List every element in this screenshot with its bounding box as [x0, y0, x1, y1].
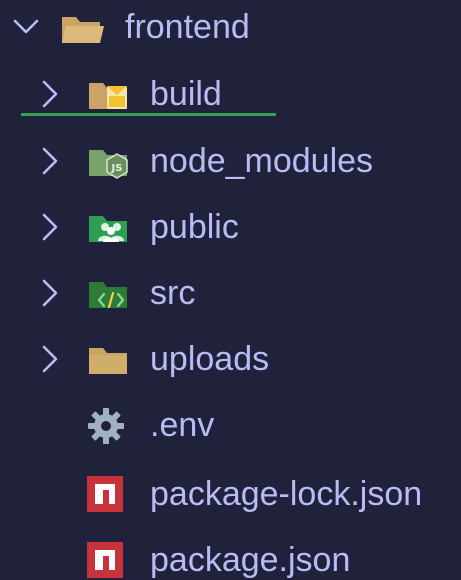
folder-icon: [89, 348, 127, 374]
tree-item-build[interactable]: build: [0, 63, 461, 129]
folder-node-icon: JS: [89, 150, 128, 179]
tree-item-public[interactable]: public: [0, 196, 461, 262]
tree-item-uploads[interactable]: uploads: [0, 328, 461, 394]
tree-item-label: src: [150, 274, 196, 312]
chevron-right-icon[interactable]: [33, 77, 67, 111]
tree-item-label: uploads: [150, 340, 270, 378]
tree-item-label: .env: [150, 406, 215, 444]
tree-item-frontend[interactable]: frontend: [0, 0, 461, 66]
svg-text:JS: JS: [111, 163, 123, 174]
tree-item-node-modules[interactable]: JS node_modules: [0, 130, 461, 196]
file-explorer-tree: frontend build JS node_modules public sr…: [0, 0, 461, 580]
folder-build-icon: [89, 83, 127, 109]
npm-icon: [87, 542, 123, 578]
tree-item-label: package-lock.json: [150, 475, 423, 513]
gear-icon: [88, 408, 124, 444]
chevron-right-icon[interactable]: [33, 210, 67, 244]
chevron-right-icon[interactable]: [33, 276, 67, 310]
folder-open-icon: [62, 17, 104, 43]
tree-item-package-lock-json[interactable]: package-lock.json: [0, 460, 461, 526]
active-item-underline: [21, 113, 276, 116]
tree-item-package-json[interactable]: package.json: [0, 526, 461, 580]
tree-item-label: public: [150, 208, 239, 246]
tree-item-label: node_modules: [150, 142, 374, 180]
chevron-right-icon[interactable]: [33, 342, 67, 376]
folder-src-icon: [89, 282, 127, 309]
tree-item-src[interactable]: src: [0, 262, 461, 328]
chevron-right-icon[interactable]: [33, 144, 67, 178]
npm-icon: [87, 476, 123, 512]
tree-item-label: package.json: [150, 541, 351, 579]
tree-item-label: frontend: [125, 8, 250, 46]
tree-item-label: build: [150, 75, 222, 113]
tree-item-env[interactable]: .env: [0, 394, 461, 460]
folder-public-icon: [89, 216, 127, 242]
chevron-down-icon[interactable]: [9, 10, 43, 44]
